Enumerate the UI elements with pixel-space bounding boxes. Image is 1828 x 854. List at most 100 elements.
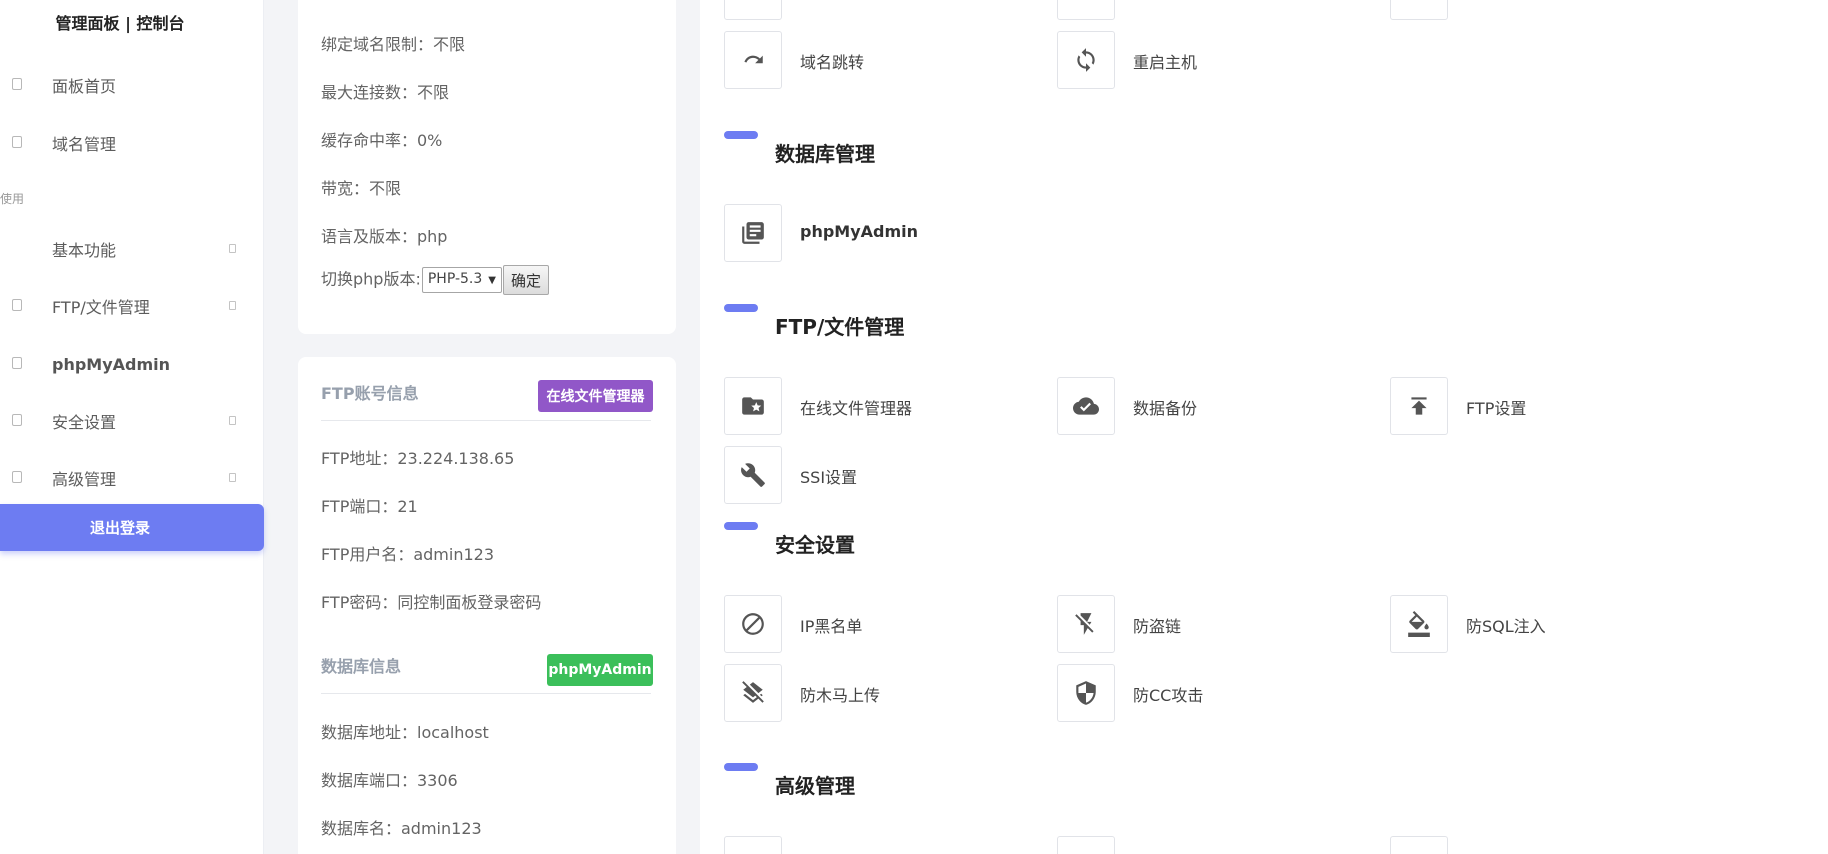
tile-partial[interactable]	[1390, 836, 1690, 854]
tile-partial[interactable]	[724, 0, 1024, 20]
info-line: 语言及版本：php	[321, 227, 448, 246]
tile-label: IP黑名单	[800, 617, 863, 636]
shield-icon	[1076, 681, 1096, 705]
tile-domain-redirect[interactable]: 域名跳转	[724, 31, 1024, 89]
phpmyadmin-badge-button[interactable]: phpMyAdmin	[547, 654, 653, 686]
sidebar-item-label: phpMyAdmin	[52, 354, 171, 374]
tile-icon-box	[1390, 595, 1448, 653]
sidebar-item-label: 基本功能	[52, 241, 117, 260]
upload-icon	[1411, 397, 1427, 415]
cloud-done-icon	[1073, 397, 1099, 415]
tile-icon-box	[1057, 664, 1115, 722]
info-line: 带宽：不限	[321, 179, 402, 198]
sidebar-item-label: 面板首页	[52, 77, 117, 96]
tile-data-backup[interactable]: 数据备份	[1057, 377, 1357, 435]
function-panel: 域名跳转 重启主机 数据库管理 phpMyAdmin FTP/文件管理 在线文件…	[700, 0, 1828, 854]
brand-title: 管理面板 | 控制台	[55, 14, 185, 33]
info-line: FTP地址：23.224.138.65	[321, 449, 515, 468]
sidebar-item-ftp[interactable]: FTP/文件管理	[0, 291, 264, 321]
block-icon	[742, 613, 764, 635]
info-line: FTP密码：同控制面板登录密码	[321, 593, 542, 612]
chevron-right-icon	[229, 473, 236, 482]
sidebar-item-phpmyadmin[interactable]: phpMyAdmin	[0, 349, 264, 379]
info-line: 最大连接数：不限	[321, 83, 450, 102]
tile-anti-trojan-upload[interactable]: 防木马上传	[724, 664, 1024, 722]
php-version-value: PHP-5.3	[427, 271, 483, 287]
tile-icon-box	[724, 836, 782, 854]
shield-icon	[12, 414, 22, 426]
tile-restart-host[interactable]: 重启主机	[1057, 31, 1357, 89]
sidebar-item-dashboard[interactable]: 面板首页	[0, 70, 264, 100]
tile-ftp-settings[interactable]: FTP设置	[1390, 377, 1690, 435]
tile-partial[interactable]	[724, 836, 1024, 854]
sidebar-item-label: 高级管理	[52, 470, 117, 489]
tile-icon-box	[724, 595, 782, 653]
tile-label: 数据备份	[1133, 399, 1198, 418]
info-line: FTP用户名：admin123	[321, 545, 495, 564]
tile-label: SSI设置	[800, 468, 858, 487]
tile-phpmyadmin[interactable]: phpMyAdmin	[724, 204, 1024, 262]
info-line: FTP端口：21	[321, 497, 418, 516]
section-title-security: 安全设置	[775, 533, 855, 557]
section-title-database: 数据库管理	[775, 142, 875, 166]
dropdown-arrow-icon: ▼	[488, 275, 496, 286]
tile-ssi-settings[interactable]: SSI设置	[724, 446, 1024, 504]
tile-anti-hotlink[interactable]: 防盗链	[1057, 595, 1357, 653]
tile-ip-blacklist[interactable]: IP黑名单	[724, 595, 1024, 653]
sidebar-item-domains[interactable]: 域名管理	[0, 128, 264, 158]
info-line: 数据库地址：localhost	[321, 723, 489, 742]
sidebar-item-basic[interactable]: 基本功能	[0, 234, 264, 264]
paint-bucket-icon	[1408, 611, 1430, 637]
section-marker	[724, 304, 758, 312]
account-info-card: FTP账号信息 在线文件管理器 FTP地址：23.224.138.65 FTP端…	[298, 357, 676, 854]
layers-icon	[1073, 0, 1099, 4]
section-marker	[724, 522, 758, 530]
section-marker	[724, 131, 758, 139]
tile-icon-box	[1057, 595, 1115, 653]
chevron-right-icon	[229, 301, 236, 310]
tile-icon-box	[724, 446, 782, 504]
section-title-ftp: FTP/文件管理	[775, 315, 905, 339]
folder-icon	[12, 299, 22, 311]
tile-online-file-manager[interactable]: 在线文件管理器	[724, 377, 1024, 435]
tile-partial[interactable]	[1057, 836, 1357, 854]
info-line: 缓存命中率：0%	[321, 131, 443, 150]
tile-anti-sql-injection[interactable]: 防SQL注入	[1390, 595, 1690, 653]
wrench-icon	[741, 463, 765, 487]
tile-icon-box	[1390, 836, 1448, 854]
php-version-select[interactable]: PHP-5.3 ▼	[421, 267, 502, 293]
confirm-button[interactable]: 确定	[502, 265, 549, 295]
info-line: 数据库名：admin123	[321, 819, 482, 838]
chevron-right-icon	[229, 416, 236, 425]
layers-off-icon	[742, 681, 764, 703]
info-line: 数据库端口：3306	[321, 771, 458, 790]
tile-anti-cc-attack[interactable]: 防CC攻击	[1057, 664, 1357, 722]
redo-arrow-icon	[744, 55, 763, 64]
divider	[321, 693, 651, 694]
chevron-right-icon	[229, 244, 236, 253]
tile-partial[interactable]	[1057, 0, 1357, 20]
tile-label: 域名跳转	[800, 53, 865, 72]
section-marker	[724, 763, 758, 771]
tile-label: 在线文件管理器	[800, 399, 913, 418]
ftp-info-title: FTP账号信息	[321, 384, 419, 403]
tile-icon-box	[1057, 836, 1115, 854]
tile-partial[interactable]	[1390, 0, 1690, 20]
tile-label: 防SQL注入	[1466, 617, 1546, 636]
storage-icon	[1406, 0, 1432, 4]
sidebar-item-label: 域名管理	[52, 135, 117, 154]
sidebar-section-label: 使用	[0, 192, 25, 206]
sync-icon	[1077, 48, 1095, 72]
tile-icon-box	[724, 204, 782, 262]
file-manager-badge-button[interactable]: 在线文件管理器	[538, 380, 653, 412]
logout-button[interactable]: 退出登录	[0, 504, 264, 551]
tile-icon-box	[724, 377, 782, 435]
tile-icon-box	[1057, 31, 1115, 89]
php-switch-row: 切换php版本: PHP-5.3 ▼ 确定	[321, 265, 549, 295]
sidebar-item-advanced[interactable]: 高级管理	[0, 463, 264, 493]
sidebar-item-label: 安全设置	[52, 413, 117, 432]
tile-label: 重启主机	[1133, 53, 1198, 72]
info-line: 绑定域名限制：不限	[321, 35, 466, 54]
sidebar-item-security[interactable]: 安全设置	[0, 406, 264, 436]
sidebar: 管理面板 | 控制台 面板首页 域名管理 使用 基本功能 FTP/文件管理 ph…	[0, 0, 264, 854]
